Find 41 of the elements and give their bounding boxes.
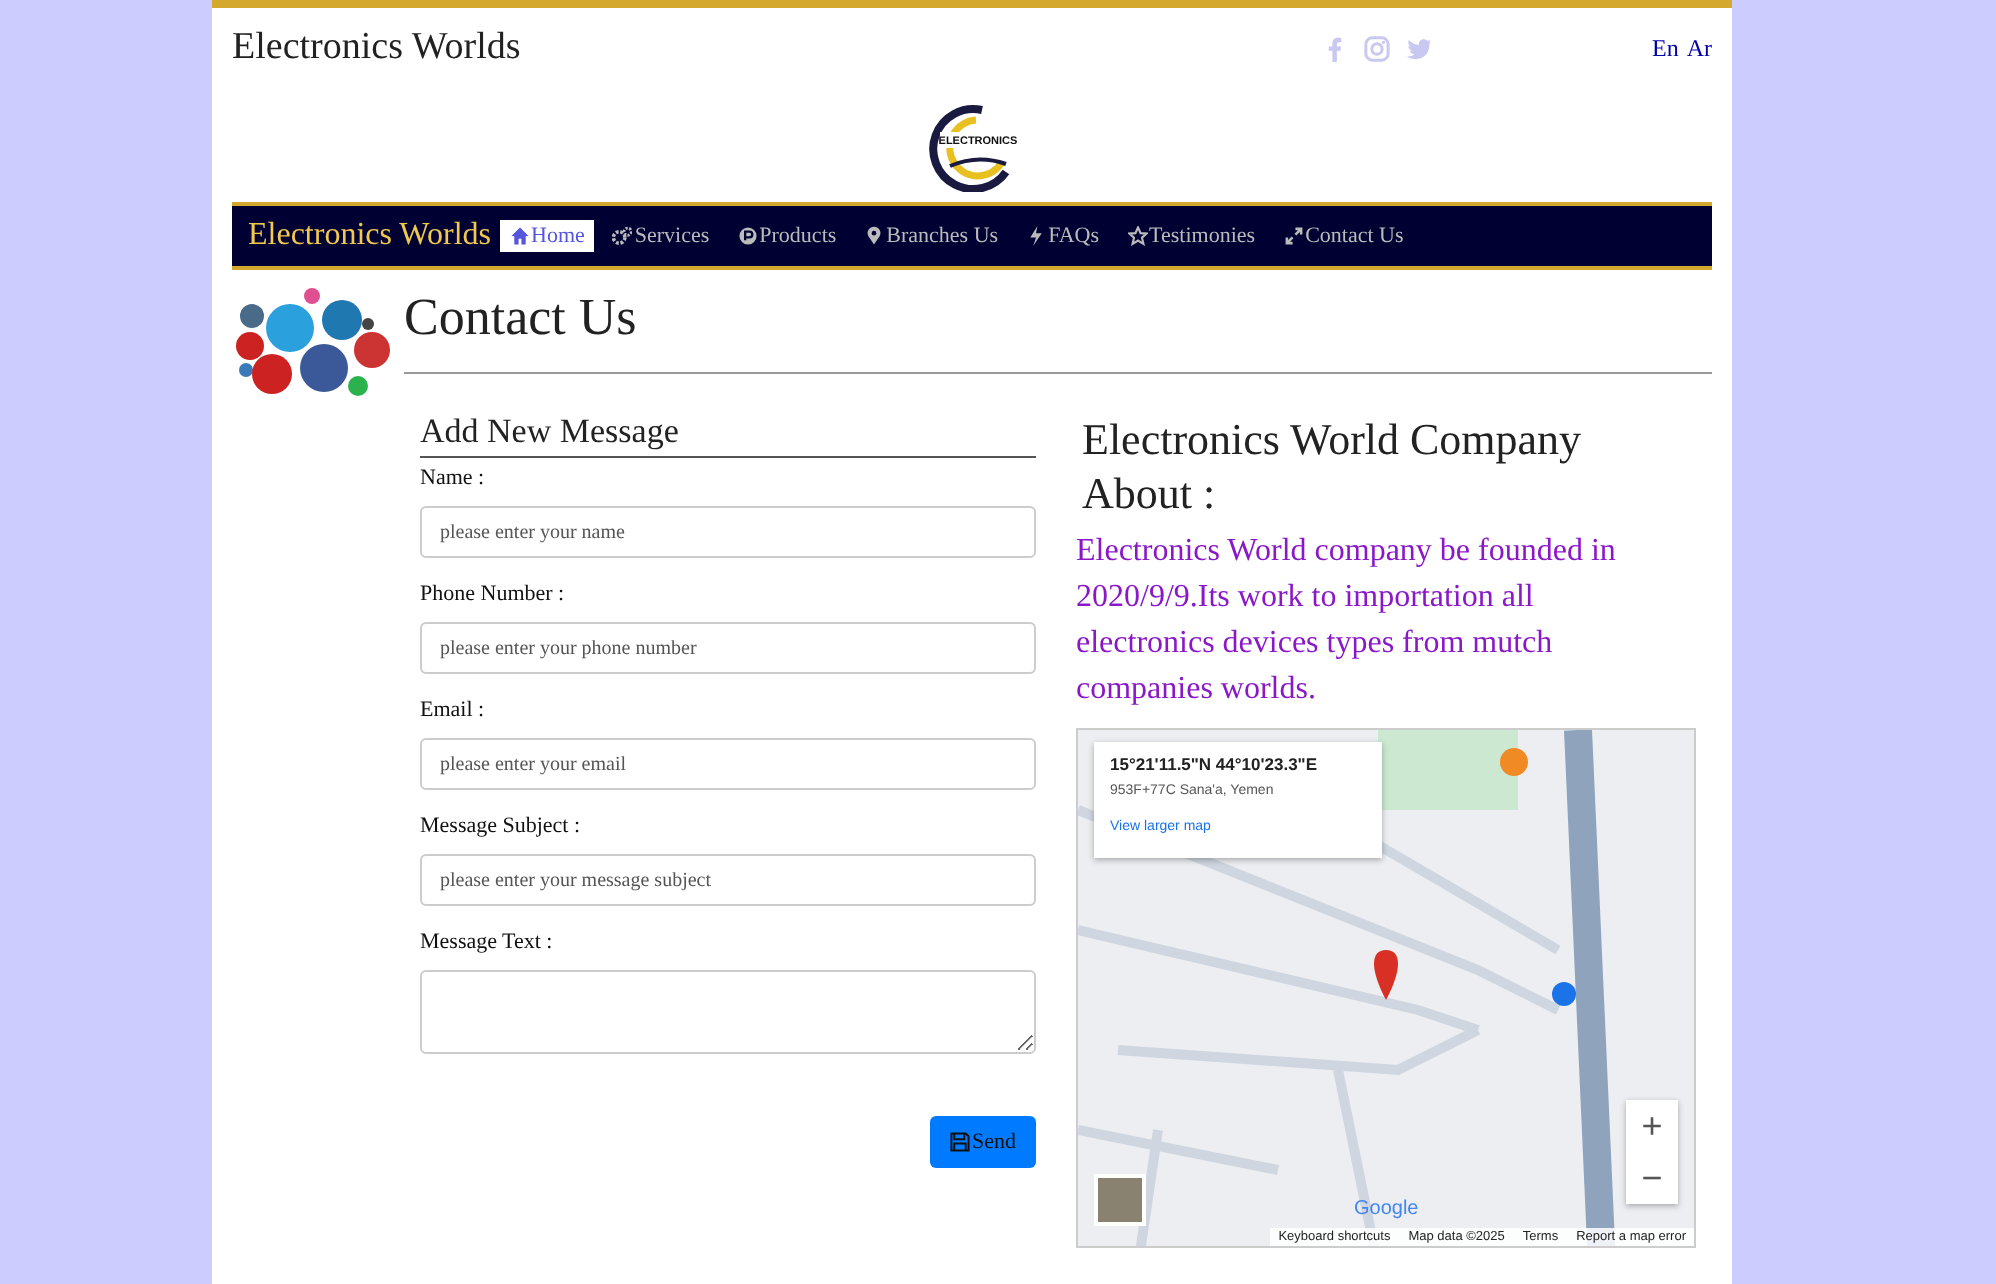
field-label: Email :	[420, 698, 487, 722]
about-text: Electronics World company be founded in 2020/9/9.Its work to importation all electronics devices types from mutch companies worlds.	[1076, 532, 1618, 710]
input-field[interactable]: please enter your email	[420, 738, 1036, 790]
twitter-icon[interactable]	[1405, 35, 1432, 61]
field-label: Name :	[420, 466, 487, 490]
star-icon	[1127, 226, 1148, 246]
nav-link[interactable]: Testimonies	[1117, 220, 1266, 252]
lightning-icon	[1026, 226, 1047, 246]
gears-icon	[612, 226, 633, 246]
site-title: Electronics Worlds	[232, 26, 523, 70]
language-link[interactable]: Ar	[1686, 33, 1712, 63]
nav-link[interactable]: Services	[602, 220, 720, 252]
form-title: Add New Message	[420, 412, 1036, 458]
input-field[interactable]: please enter your phone number	[420, 622, 1036, 674]
instagram-icon[interactable]	[1363, 35, 1390, 61]
about-title: Electronics World Company About :	[1082, 412, 1584, 520]
send-button[interactable]: Send	[930, 1116, 1036, 1168]
circled-p-icon	[737, 226, 758, 246]
map-pin-icon	[864, 226, 885, 246]
page-title: Contact Us	[404, 288, 639, 348]
nav-link[interactable]: Home	[499, 220, 595, 252]
map-coordinates: 15°21'11.5"N 44°10'23.3"E	[1110, 754, 1320, 774]
nav-link[interactable]: Branches Us	[854, 220, 1009, 252]
home-icon	[509, 226, 529, 246]
nav-link[interactable]: Contact Us	[1273, 220, 1414, 252]
zoom-in-button[interactable]: +	[1626, 1100, 1678, 1152]
zoom-out-button[interactable]: −	[1626, 1152, 1678, 1204]
field-label: Message Subject :	[420, 814, 583, 838]
arrows-icon	[1283, 226, 1304, 246]
input-field[interactable]: please enter your message subject	[420, 854, 1036, 906]
language-link[interactable]: En	[1651, 33, 1679, 63]
message-text-field[interactable]	[420, 970, 1036, 1054]
nav-link[interactable]: Products	[727, 220, 847, 252]
nav-link[interactable]: FAQs	[1016, 220, 1110, 252]
input-field[interactable]: please enter your name	[420, 506, 1036, 558]
satellite-thumbnail[interactable]	[1094, 1174, 1146, 1226]
field-label: Message Text :	[420, 930, 555, 954]
save-icon	[950, 1132, 970, 1152]
map-brand: Google	[1354, 1198, 1419, 1220]
navbar-brand[interactable]: Electronics Worlds	[248, 218, 491, 254]
field-label: Phone Number :	[420, 582, 567, 606]
